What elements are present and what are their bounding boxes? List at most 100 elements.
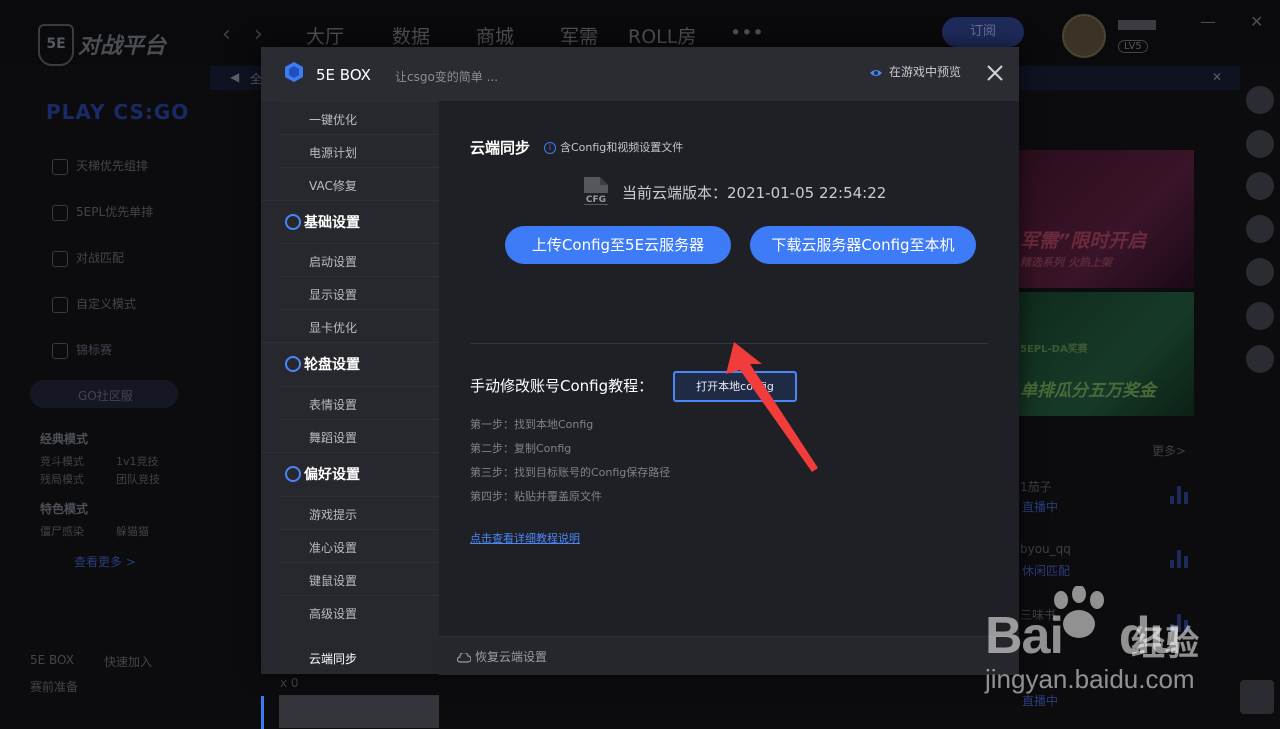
promo-banner-supply[interactable]: 军需”限时开启 精选系列 火热上架 — [1012, 150, 1194, 288]
special-mode-title: 特色模式 — [40, 502, 89, 516]
sidebar-item-advanced[interactable]: 高级设置 — [279, 595, 439, 628]
modal-header: 5E BOX 让csgo变的简单 ... 在游戏中预览 — [261, 47, 1019, 101]
sidebar-item-label: 准心设置 — [309, 541, 358, 555]
sidebar-item-display[interactable]: 显示设置 — [279, 276, 439, 309]
bottom-prep[interactable]: 赛前准备 — [30, 678, 78, 695]
classic-mode-item[interactable]: 团队竞技 — [116, 471, 160, 487]
classic-mode-item[interactable]: 竞斗模式 — [40, 453, 84, 469]
sidebar-item-launch[interactable]: 启动设置 — [279, 243, 439, 276]
tutorial-detail-link[interactable]: 点击查看详细教程说明 — [470, 530, 580, 546]
friend-avatar[interactable] — [1246, 345, 1274, 373]
signal-bars-icon — [1170, 550, 1192, 568]
user-avatar[interactable] — [1062, 14, 1106, 58]
app-brand: 对战平台 — [78, 34, 167, 59]
nav-store[interactable]: 商城 — [476, 22, 514, 49]
step-4: 第四步：粘贴并覆盖原文件 — [470, 490, 602, 503]
heart-icon — [285, 466, 301, 482]
special-mode-item[interactable]: 躲猫猫 — [116, 523, 149, 539]
promo-banner-5epl-tag: 5EPL-DA奖赛 — [1020, 344, 1088, 355]
special-mode-item[interactable]: 僵尸感染 — [40, 523, 84, 539]
nav-supply[interactable]: 军需 — [560, 22, 598, 49]
nav-roll[interactable]: ROLL房 — [628, 22, 696, 49]
go-community-pill[interactable]: GO社区服 — [30, 380, 178, 408]
sidebar-item-keymouse[interactable]: 键鼠设置 — [279, 562, 439, 595]
sidebar-item-vac-repair[interactable]: VAC修复 — [279, 167, 439, 200]
baidu-watermark: Bai du 经验 jingyan.baidu.com — [985, 586, 1265, 700]
sidebar-group-preference[interactable]: 偏好设置 — [261, 452, 439, 493]
sidebar-item-label: 键鼠设置 — [309, 574, 358, 588]
modal-close-icon[interactable] — [983, 61, 1007, 85]
side-tournament[interactable]: 锦标赛 — [52, 341, 112, 359]
side-ladder-team[interactable]: 天梯优先组排 — [52, 157, 148, 175]
side-custom-label: 自定义模式 — [76, 297, 137, 311]
friend-avatar[interactable] — [1246, 130, 1274, 158]
nav-back-icon[interactable]: ‹ — [222, 22, 231, 47]
sidebar-group-wheel[interactable]: 轮盘设置 — [261, 342, 439, 383]
sidebar-item-game-tips[interactable]: 游戏提示 — [279, 496, 439, 529]
sidebar-item-power-plan[interactable]: 电源计划 — [279, 134, 439, 167]
sidebar-item-label: 启动设置 — [309, 255, 358, 269]
stream-status: 直播中 — [1022, 500, 1059, 514]
promo-banner-5epl-text: 单排瓜分五万奖金 — [1020, 381, 1156, 401]
cfg-file-label: CFG — [586, 195, 606, 205]
sidebar-active-label: 云端同步 — [309, 652, 358, 666]
nav-more[interactable]: ••• — [730, 22, 764, 44]
nav-lobby[interactable]: 大厅 — [306, 22, 344, 49]
ladder-icon — [52, 158, 68, 175]
friend-avatar[interactable] — [1246, 258, 1274, 286]
upload-config-button[interactable]: 上传Config至5E云服务器 — [505, 226, 731, 264]
modal-subtitle: 让csgo变的简单 ... — [395, 70, 499, 84]
gear-icon — [285, 214, 301, 230]
info-icon: i — [544, 142, 556, 154]
watermark-url: jingyan.baidu.com — [985, 664, 1195, 694]
sidebar-item-label: 游戏提示 — [309, 508, 358, 522]
info-note: i 含Config和视频设置文件 — [544, 139, 683, 155]
play-csgo-label: PLAY CS:GO — [46, 100, 190, 124]
promo-banner-5epl[interactable]: 5EPL-DA奖赛 单排瓜分五万奖金 — [1012, 292, 1194, 416]
side-5epl-solo[interactable]: 5EPL优先单排 — [52, 203, 153, 221]
classic-mode-item[interactable]: 1v1竞技 — [116, 453, 159, 469]
modal-sidebar: 一键优化 电源计划 VAC修复 基础设置 启动设置 显示设置 显卡优化 轮盘设置… — [261, 101, 439, 729]
nav-forward-icon[interactable]: › — [254, 22, 263, 47]
sidebar-item-label: 电源计划 — [309, 146, 358, 160]
restore-cloud-label: 恢复云端设置 — [475, 650, 548, 664]
page-title: 云端同步 — [470, 139, 531, 157]
nav-data[interactable]: 数据 — [392, 22, 430, 49]
sidebar-item-crosshair[interactable]: 准心设置 — [279, 529, 439, 562]
stream-name: 1茄子 — [1020, 480, 1052, 494]
friend-avatar[interactable] — [1246, 215, 1274, 243]
side-match[interactable]: 对战匹配 — [52, 249, 124, 267]
download-config-button[interactable]: 下载云服务器Config至本机 — [750, 226, 976, 264]
friend-avatar[interactable] — [1246, 302, 1274, 330]
sidebar-item-emote[interactable]: 表情设置 — [279, 386, 439, 419]
window-close-icon[interactable]: ✕ — [1250, 12, 1263, 31]
sidebar-item-gpu[interactable]: 显卡优化 — [279, 309, 439, 342]
restore-cloud-button[interactable]: 恢复云端设置 — [456, 648, 548, 665]
subscribe-button[interactable]: 订阅 — [942, 17, 1024, 47]
cloud-version-text: 当前云端版本：2021-01-05 22:54:22 — [622, 184, 887, 202]
minimize-icon[interactable]: — — [1200, 12, 1216, 31]
sidebar-item-label: 舞蹈设置 — [309, 431, 358, 445]
classic-mode-item[interactable]: 残局模式 — [40, 471, 84, 487]
cloud-icon — [456, 651, 472, 663]
friend-avatar[interactable] — [1246, 86, 1274, 114]
sidebar-item-cloud-sync[interactable] — [261, 695, 439, 729]
see-more-link[interactable]: 查看更多 > — [74, 553, 136, 570]
more-right-link[interactable]: 更多> — [1152, 442, 1186, 459]
info-note-text: 含Config和视频设置文件 — [560, 141, 684, 154]
promo-banner-supply-text: 军需”限时开启 — [1020, 230, 1147, 252]
notice-close-icon[interactable]: ✕ — [1212, 70, 1222, 84]
user-level-badge: LV5 — [1118, 40, 1148, 53]
cfg-file-icon: CFG — [582, 177, 610, 205]
go-community-label: GO社区服 — [78, 389, 133, 403]
side-custom[interactable]: 自定义模式 — [52, 295, 136, 313]
wheel-icon — [285, 356, 301, 372]
bottom-quick-join[interactable]: 快速加入 — [104, 653, 152, 670]
sidebar-item-dance[interactable]: 舞蹈设置 — [279, 419, 439, 452]
bottom-box-link[interactable]: 5E BOX — [30, 653, 74, 667]
custom-icon — [52, 296, 68, 313]
in-game-preview-button[interactable]: 在游戏中预览 — [869, 63, 961, 83]
sidebar-item-one-key-optimize[interactable]: 一键优化 — [279, 101, 439, 134]
sidebar-group-basic[interactable]: 基础设置 — [261, 200, 439, 241]
friend-avatar[interactable] — [1246, 172, 1274, 200]
